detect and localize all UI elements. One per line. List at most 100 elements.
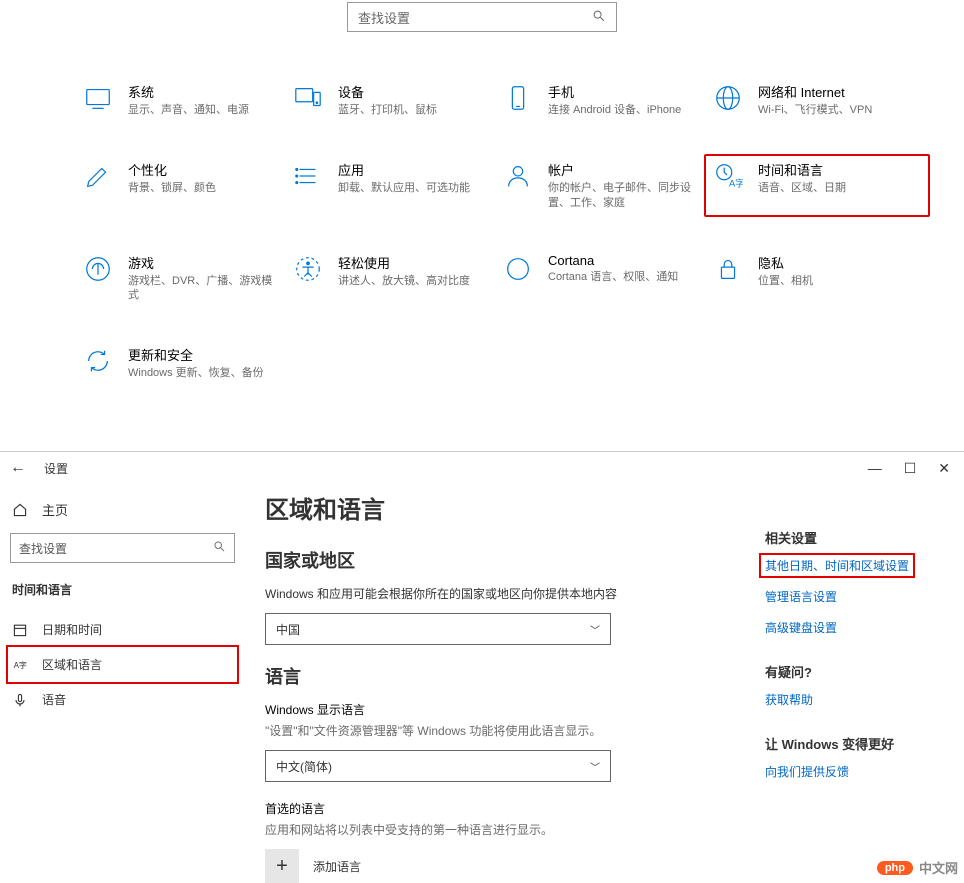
tile-title: 游戏: [128, 253, 278, 272]
personalization-icon: [82, 160, 114, 192]
tile-desc: 语音、区域、日期: [758, 181, 846, 196]
svg-text:A字: A字: [14, 660, 27, 670]
country-dropdown[interactable]: 中国 ﹀: [265, 613, 611, 645]
ease-of-access-icon: [292, 253, 324, 285]
sidebar-item-label: 日期和时间: [42, 621, 102, 638]
region-language-window: ← 设置 — ☐ ✕ 主页 查找设置 时间和语言 日期和时间 A字: [0, 451, 964, 883]
tile-title: 个性化: [128, 160, 216, 179]
link-get-help[interactable]: 获取帮助: [765, 691, 915, 708]
system-icon: [82, 82, 114, 114]
tile-title: Cortana: [548, 253, 678, 268]
chevron-down-icon: ﹀: [590, 622, 600, 637]
gaming-icon: [82, 253, 114, 285]
display-language-label: Windows 显示语言: [265, 701, 735, 718]
tile-desc: Cortana 语言、权限、通知: [548, 270, 678, 285]
sidebar-search[interactable]: 查找设置: [10, 533, 235, 563]
watermark: php 中文网: [877, 858, 958, 877]
tile-title: 更新和安全: [128, 345, 264, 364]
phone-icon: [502, 82, 534, 114]
tile-phone[interactable]: 手机连接 Android 设备、iPhone: [502, 82, 712, 118]
country-heading: 国家或地区: [265, 547, 735, 573]
tile-desc: 位置、相机: [758, 274, 813, 289]
tile-title: 手机: [548, 82, 681, 101]
tile-desc: 背景、锁屏、颜色: [128, 181, 216, 196]
tile-ease-of-access[interactable]: 轻松使用讲述人、放大镜、高对比度: [292, 253, 502, 304]
home-icon: [12, 502, 28, 518]
sidebar-item-speech[interactable]: 语音: [10, 682, 235, 717]
search-placeholder: 查找设置: [19, 540, 67, 557]
link-advanced-keyboard[interactable]: 高级键盘设置: [765, 619, 915, 636]
tile-desc: 卸载、默认应用、可选功能: [338, 181, 470, 196]
cortana-icon: [502, 253, 534, 285]
tile-title: 时间和语言: [758, 160, 846, 179]
search-icon: [213, 540, 226, 556]
preferred-language-label: 首选的语言: [265, 800, 735, 817]
tile-network[interactable]: 网络和 InternetWi-Fi、飞行模式、VPN: [712, 82, 922, 118]
sidebar-item-datetime[interactable]: 日期和时间: [10, 612, 235, 647]
tile-personalization[interactable]: 个性化背景、锁屏、颜色: [82, 160, 292, 211]
tile-devices[interactable]: 设备蓝牙、打印机、鼠标: [292, 82, 502, 118]
search-icon: [592, 9, 606, 26]
add-language-button[interactable]: + 添加语言: [265, 849, 735, 883]
display-language-dropdown[interactable]: 中文(简体) ﹀: [265, 750, 611, 782]
dropdown-value: 中文(简体): [276, 758, 332, 775]
time-language-icon: A字: [712, 160, 744, 192]
tile-desc: Windows 更新、恢复、备份: [128, 366, 264, 381]
tile-desc: 显示、声音、通知、电源: [128, 103, 249, 118]
calendar-icon: [12, 622, 28, 638]
tile-title: 轻松使用: [338, 253, 470, 272]
tile-desc: 连接 Android 设备、iPhone: [548, 103, 681, 118]
tile-desc: 游戏栏、DVR、广播、游戏模式: [128, 274, 278, 304]
language-icon: A字: [12, 657, 28, 673]
link-feedback[interactable]: 向我们提供反馈: [765, 763, 915, 780]
back-button[interactable]: ←: [10, 459, 26, 477]
tile-title: 隐私: [758, 253, 813, 272]
watermark-badge: php: [877, 861, 913, 875]
tile-desc: 你的帐户、电子邮件、同步设置、工作、家庭: [548, 181, 698, 211]
accounts-icon: [502, 160, 534, 192]
minimize-button[interactable]: —: [868, 460, 882, 477]
link-manage-language[interactable]: 管理语言设置: [765, 588, 915, 605]
language-heading: 语言: [265, 663, 735, 689]
home-label: 主页: [42, 500, 68, 519]
tile-title: 应用: [338, 160, 470, 179]
tile-privacy[interactable]: 隐私位置、相机: [712, 253, 922, 304]
link-other-date-time-region[interactable]: 其他日期、时间和区域设置: [759, 553, 915, 578]
add-language-label: 添加语言: [313, 858, 361, 875]
sidebar-item-region-language[interactable]: A字 区域和语言: [6, 645, 239, 684]
tile-system[interactable]: 系统显示、声音、通知、电源: [82, 82, 292, 118]
window-title: 设置: [44, 460, 68, 477]
tile-apps[interactable]: 应用卸载、默认应用、可选功能: [292, 160, 502, 211]
maximize-button[interactable]: ☐: [904, 460, 917, 477]
settings-home: 查找设置 系统显示、声音、通知、电源 设备蓝牙、打印机、鼠标 手机连接 Andr…: [0, 0, 964, 451]
apps-icon: [292, 160, 324, 192]
svg-text:A字: A字: [729, 177, 743, 188]
tile-accounts[interactable]: 帐户你的帐户、电子邮件、同步设置、工作、家庭: [502, 160, 712, 211]
close-button[interactable]: ✕: [938, 460, 950, 477]
related-column: 相关设置 其他日期、时间和区域设置 管理语言设置 高级键盘设置 有疑问? 获取帮…: [735, 490, 915, 883]
tile-title: 设备: [338, 82, 437, 101]
category-grid: 系统显示、声音、通知、电源 设备蓝牙、打印机、鼠标 手机连接 Android 设…: [0, 32, 964, 381]
tile-time-language[interactable]: A字 时间和语言语音、区域、日期: [704, 154, 930, 217]
main-column: 区域和语言 国家或地区 Windows 和应用可能会根据你所在的国家或地区向你提…: [265, 490, 735, 883]
tile-desc: 蓝牙、打印机、鼠标: [338, 103, 437, 118]
plus-icon: +: [265, 849, 299, 883]
page-title: 区域和语言: [265, 490, 735, 525]
tile-cortana[interactable]: Cortana Cortana 语言、权限、通知: [502, 253, 712, 304]
settings-search[interactable]: 查找设置: [347, 2, 617, 32]
home-link[interactable]: 主页: [10, 494, 235, 533]
country-desc: Windows 和应用可能会根据你所在的国家或地区向你提供本地内容: [265, 585, 735, 603]
chevron-down-icon: ﹀: [590, 759, 600, 774]
related-heading: 相关设置: [765, 528, 915, 547]
tile-gaming[interactable]: 游戏游戏栏、DVR、广播、游戏模式: [82, 253, 292, 304]
feedback-heading: 让 Windows 变得更好: [765, 734, 915, 753]
display-language-desc: "设置"和"文件资源管理器"等 Windows 功能将使用此语言显示。: [265, 722, 735, 740]
tile-title: 网络和 Internet: [758, 82, 872, 101]
tile-desc: 讲述人、放大镜、高对比度: [338, 274, 470, 289]
sidebar-item-label: 语音: [42, 691, 66, 708]
preferred-language-desc: 应用和网站将以列表中受支持的第一种语言进行显示。: [265, 821, 735, 839]
search-placeholder: 查找设置: [358, 8, 410, 27]
tile-update-security[interactable]: 更新和安全 Windows 更新、恢复、备份: [82, 345, 292, 381]
sidebar-item-label: 区域和语言: [42, 656, 102, 673]
update-icon: [82, 345, 114, 377]
